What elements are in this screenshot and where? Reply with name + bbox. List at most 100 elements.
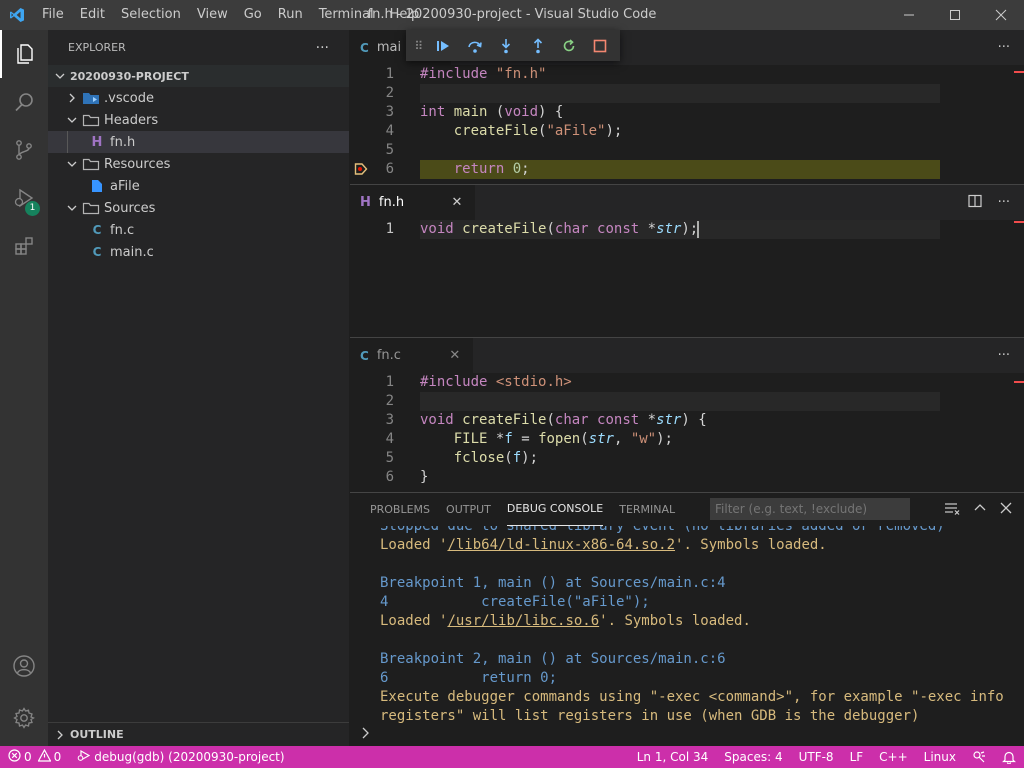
maximize-button[interactable] xyxy=(932,0,978,30)
project-section-header[interactable]: 20200930-PROJECT xyxy=(48,65,349,87)
tree-item-main-c[interactable]: C main.c xyxy=(48,241,349,263)
console-text: '. Symbols loaded. xyxy=(599,613,751,629)
search-icon[interactable] xyxy=(0,78,48,126)
clear-console-icon[interactable] xyxy=(944,501,960,519)
menu-bar: File Edit Selection View Go Run Terminal… xyxy=(34,0,427,30)
debug-status[interactable]: debug(gdb) (20200930-project) xyxy=(69,746,292,768)
close-panel-icon[interactable] xyxy=(1000,502,1012,518)
close-window-button[interactable] xyxy=(978,0,1024,30)
console-text: '. Symbols loaded. xyxy=(675,537,827,553)
tab-output[interactable]: OUTPUT xyxy=(446,493,491,526)
outline-section-header[interactable]: OUTLINE xyxy=(48,722,349,746)
menu-go[interactable]: Go xyxy=(236,0,270,30)
chevron-down-icon xyxy=(64,200,80,216)
platform[interactable]: Linux xyxy=(916,746,964,768)
code-line: 2 xyxy=(385,85,394,101)
tree-item-afile[interactable]: aFile xyxy=(48,175,349,197)
editor-tabbar: C fn.c ✕ ··· xyxy=(350,338,1024,373)
run-debug-icon[interactable]: 1 xyxy=(0,174,48,222)
menu-run[interactable]: Run xyxy=(270,0,311,30)
cursor-position[interactable]: Ln 1, Col 34 xyxy=(629,746,717,768)
bottom-panel: PROBLEMS OUTPUT DEBUG CONSOLE TERMINAL S… xyxy=(350,492,1024,746)
tree-item-headers[interactable]: Headers xyxy=(48,109,349,131)
extensions-icon[interactable] xyxy=(0,222,48,270)
debug-stackframe-icon[interactable] xyxy=(354,162,368,180)
console-line: Breakpoint 1, main () at Sources/main.c:… xyxy=(380,575,726,591)
accounts-icon[interactable] xyxy=(0,642,48,690)
console-input[interactable] xyxy=(360,724,1020,746)
notifications-bell-icon[interactable] xyxy=(994,746,1024,768)
menu-help[interactable]: Help xyxy=(382,0,428,30)
tab-problems[interactable]: PROBLEMS xyxy=(370,493,430,526)
console-link[interactable]: /lib64/ld-linux-x86-64.so.2 xyxy=(447,537,675,553)
tab-debug-console[interactable]: DEBUG CONSOLE xyxy=(506,493,604,526)
drag-handle-icon[interactable]: ⠿ xyxy=(410,32,428,60)
more-actions-icon[interactable]: ··· xyxy=(998,195,1010,210)
menu-edit[interactable]: Edit xyxy=(72,0,113,30)
code-editor-fn-c[interactable]: 1 #include <stdio.h> 2 3 void createFile(c… xyxy=(350,373,1024,493)
minimap-marker xyxy=(1014,381,1024,383)
menu-file[interactable]: File xyxy=(34,0,72,30)
warning-icon xyxy=(37,748,52,765)
code-line: 5 xyxy=(385,142,394,158)
folder-open-icon xyxy=(82,200,100,216)
console-line: 4 createFile("aFile"); xyxy=(380,594,650,610)
chevron-down-icon xyxy=(64,156,80,172)
indentation[interactable]: Spaces: 4 xyxy=(716,746,790,768)
code-line: 4 FILE *f = fopen(str, "w"); xyxy=(385,431,673,447)
tree-item-fn-c[interactable]: C fn.c xyxy=(48,219,349,241)
more-actions-icon[interactable]: ··· xyxy=(998,40,1010,55)
problems-status[interactable]: 0 0 xyxy=(0,746,69,768)
code-editor-fn-h[interactable]: 1 void createFile(char const *str); xyxy=(350,220,1024,338)
chevron-right-icon xyxy=(52,730,68,740)
split-editor-icon[interactable] xyxy=(967,194,982,212)
debug-console-output[interactable]: Stopped due to shared library event (no … xyxy=(380,526,1010,724)
more-actions-icon[interactable]: ··· xyxy=(998,348,1010,363)
settings-gear-icon[interactable] xyxy=(0,694,48,742)
panel-actions xyxy=(944,493,1012,526)
explorer-icon[interactable] xyxy=(0,30,48,78)
minimap-marker xyxy=(1014,221,1024,223)
minimize-button[interactable] xyxy=(886,0,932,30)
source-control-icon[interactable] xyxy=(0,126,48,174)
more-actions-icon[interactable]: ··· xyxy=(316,40,329,56)
menu-view[interactable]: View xyxy=(189,0,236,30)
close-icon[interactable]: ✕ xyxy=(449,195,465,210)
code-editor-main[interactable]: 1 #include "fn.h" 2 3 int main (void) { 4 … xyxy=(350,65,1024,184)
restart-icon[interactable] xyxy=(553,32,584,60)
chevron-up-icon[interactable] xyxy=(974,502,986,518)
filter-input[interactable] xyxy=(710,498,910,520)
close-icon[interactable]: ✕ xyxy=(447,348,463,363)
tree-item-fn-h[interactable]: H fn.h xyxy=(48,131,349,153)
feedback-icon[interactable] xyxy=(964,746,994,768)
console-line: Breakpoint 2, main () at Sources/main.c:… xyxy=(380,651,726,667)
continue-icon[interactable] xyxy=(428,32,459,60)
tree-item-resources[interactable]: Resources xyxy=(48,153,349,175)
tab-fn-h[interactable]: H fn.h ✕ xyxy=(350,185,475,220)
tab-terminal[interactable]: TERMINAL xyxy=(619,493,675,526)
header-file-icon: H xyxy=(91,134,103,150)
encoding[interactable]: UTF-8 xyxy=(791,746,842,768)
status-bar-right: Ln 1, Col 34 Spaces: 4 UTF-8 LF C++ Linu… xyxy=(629,746,1024,768)
tree-item-sources[interactable]: Sources xyxy=(48,197,349,219)
menu-selection[interactable]: Selection xyxy=(113,0,189,30)
step-out-icon[interactable] xyxy=(522,32,553,60)
vscode-folder-icon xyxy=(82,90,100,106)
debug-toolbar: ⠿ xyxy=(406,30,620,61)
step-over-icon[interactable] xyxy=(459,32,490,60)
sidebar-header: EXPLORER ··· xyxy=(48,30,349,65)
console-line: Stopped due to shared library event (no … xyxy=(380,526,945,534)
language-mode[interactable]: C++ xyxy=(871,746,916,768)
menu-terminal[interactable]: Terminal xyxy=(311,0,382,30)
tree-item-vscode[interactable]: .vscode xyxy=(48,87,349,109)
step-into-icon[interactable] xyxy=(490,32,521,60)
c-file-icon: C xyxy=(360,348,369,363)
code-line: 1 #include <stdio.h> xyxy=(385,374,572,390)
editor-actions: ··· xyxy=(998,30,1010,65)
tab-fn-c[interactable]: C fn.c ✕ xyxy=(350,338,473,373)
line-ending[interactable]: LF xyxy=(842,746,872,768)
chevron-right-icon xyxy=(360,727,372,743)
console-link[interactable]: /usr/lib/libc.so.6 xyxy=(447,613,599,629)
stop-icon[interactable] xyxy=(585,32,616,60)
